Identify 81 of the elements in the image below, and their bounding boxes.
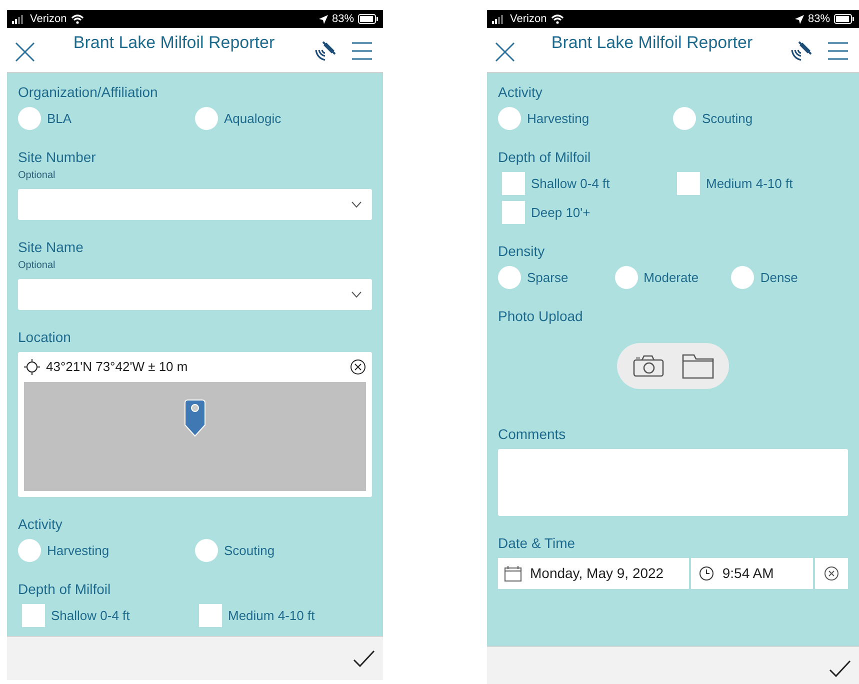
chevron-down-icon — [351, 291, 362, 298]
field-label: Comments — [498, 425, 566, 443]
checkbox[interactable] — [677, 172, 700, 195]
satellite-icon — [313, 40, 337, 62]
app-title: Brant Lake Milfoil Reporter — [72, 32, 276, 54]
option-label: Scouting — [224, 542, 275, 560]
radio-button[interactable] — [195, 539, 218, 562]
option-label: Harvesting — [527, 110, 590, 128]
folder-icon[interactable] — [682, 354, 714, 378]
field-label: Site Number — [18, 148, 96, 166]
radio-button[interactable] — [731, 266, 754, 289]
menu-icon[interactable] — [827, 42, 849, 60]
signal-icon — [492, 14, 506, 24]
option-label: Sparse — [527, 268, 568, 287]
checkmark-icon[interactable] — [829, 660, 851, 678]
carrier-name: Verizon — [510, 12, 547, 27]
field-label: Activity — [498, 83, 542, 101]
clock-icon — [699, 566, 714, 581]
option-label: Deep 10'+ — [531, 204, 590, 222]
location-arrow-icon — [794, 14, 804, 24]
signal-icon — [12, 14, 26, 24]
dropdown-field[interactable] — [18, 279, 372, 310]
radio-button[interactable] — [18, 107, 41, 130]
checkbox[interactable] — [22, 604, 45, 627]
optional-hint: Optional — [18, 169, 56, 183]
wifi-icon — [550, 14, 564, 24]
radio-button[interactable] — [614, 266, 638, 289]
radio-button[interactable] — [18, 539, 41, 562]
radio-button[interactable] — [673, 107, 696, 130]
checkbox[interactable] — [502, 201, 525, 224]
option-label: Scouting — [702, 110, 753, 128]
time-field[interactable]: 9:54 AM — [691, 558, 814, 589]
option-label: Shallow 0-4 ft — [531, 174, 610, 193]
map-pin-icon — [184, 399, 206, 437]
coordinates-text: 43°21'N 73°42'W ± 10 m — [46, 358, 189, 376]
field-label: Depth of Milfoil — [498, 148, 591, 166]
clear-icon[interactable] — [824, 566, 840, 581]
comments-field[interactable] — [498, 449, 848, 516]
option-label: Shallow 0-4 ft — [51, 606, 130, 625]
map-area[interactable] — [24, 382, 366, 491]
option-label: Aqualogic — [224, 110, 282, 128]
crosshair-icon — [24, 359, 40, 375]
close-icon[interactable] — [495, 42, 515, 62]
checkmark-icon[interactable] — [353, 650, 375, 668]
battery-percent: 83% — [808, 12, 830, 27]
app-title: Brant Lake Milfoil Reporter — [550, 32, 754, 54]
satellite-icon — [789, 40, 813, 62]
field-label: Depth of Milfoil — [18, 580, 111, 598]
battery-icon — [834, 14, 854, 24]
chevron-down-icon — [351, 201, 362, 208]
option-label: Dense — [760, 268, 798, 287]
clear-icon[interactable] — [350, 359, 366, 375]
radio-button[interactable] — [498, 266, 521, 289]
field-label: Date & Time — [498, 534, 576, 552]
calendar-icon — [504, 566, 522, 582]
field-label: Density — [498, 242, 545, 260]
field-label: Site Name — [18, 238, 84, 256]
date-field[interactable]: Monday, May 9, 2022 — [498, 558, 690, 589]
option-label: Medium 4-10 ft — [228, 606, 315, 625]
field-label: Location — [18, 328, 71, 346]
checkbox[interactable] — [199, 604, 222, 627]
field-label: Organization/Affiliation — [18, 83, 158, 101]
field-label: Activity — [18, 515, 62, 533]
close-icon[interactable] — [15, 42, 35, 62]
dropdown-field[interactable] — [18, 189, 372, 220]
field-label: Photo Upload — [498, 307, 583, 325]
camera-icon[interactable] — [632, 355, 664, 377]
location-arrow-icon — [318, 14, 328, 24]
option-label: BLA — [47, 110, 72, 128]
option-label: Moderate — [644, 268, 699, 287]
menu-icon[interactable] — [351, 42, 373, 60]
radio-button[interactable] — [498, 107, 521, 130]
option-label: Medium 4-10 ft — [706, 174, 793, 193]
checkbox[interactable] — [502, 172, 525, 195]
option-label: Harvesting — [47, 542, 110, 560]
carrier-name: Verizon — [30, 12, 67, 27]
battery-icon — [358, 14, 378, 24]
battery-percent: 83% — [332, 12, 354, 27]
wifi-icon — [70, 14, 84, 24]
radio-button[interactable] — [195, 107, 218, 130]
optional-hint: Optional — [18, 259, 56, 273]
